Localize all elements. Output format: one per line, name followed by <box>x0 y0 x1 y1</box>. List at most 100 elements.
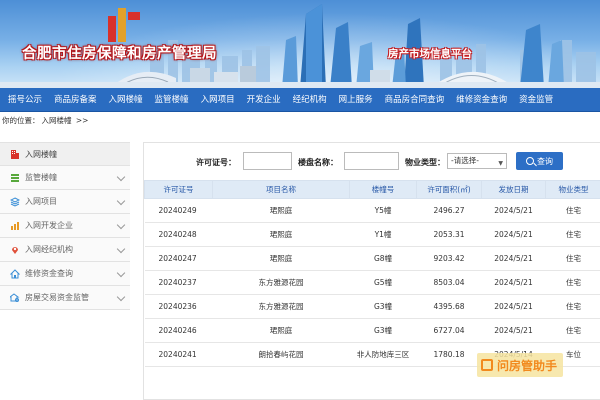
cell-type: 住宅 <box>545 246 600 271</box>
cell-date: 2024/5/21 <box>481 270 546 295</box>
chart-icon <box>10 221 20 231</box>
breadcrumb-separator: >> <box>75 116 89 125</box>
main-nav: 摇号公示 商品房备案 入网楼幢 监管楼幢 入网项目 开发企业 经纪机构 网上服务… <box>0 88 600 112</box>
sidebar-item-supervised[interactable]: 监管楼幢 <box>0 166 130 190</box>
nav-item-online[interactable]: 网上服务 <box>333 88 379 112</box>
sidebar-item-label: 入网楼幢 <box>25 149 57 159</box>
sidebar-item-buildings[interactable]: 入网楼幢 <box>0 142 130 166</box>
cell-area: 4395.68 <box>416 294 482 319</box>
nav-item-projects[interactable]: 入网项目 <box>195 88 241 112</box>
header-banner: 合肥市住房保障和房产管理局 房产市场信息平台 <box>0 0 600 88</box>
col-header-building: 楼幢号 <box>349 180 417 199</box>
cell-type: 住宅 <box>545 294 600 319</box>
cell-project[interactable]: 珺熙庭 <box>212 198 350 223</box>
nav-item-supervised[interactable]: 监管楼幢 <box>149 88 195 112</box>
search-button-label: 查询 <box>537 156 553 166</box>
cell-area: 1780.18 <box>416 342 482 367</box>
nav-item-filing[interactable]: 商品房备案 <box>48 88 103 112</box>
cell-permit: 20240248 <box>144 222 213 247</box>
logo <box>108 8 142 42</box>
col-header-date: 发放日期 <box>481 180 546 199</box>
cell-building[interactable]: G3幢 <box>349 294 417 319</box>
col-header-project: 项目名称 <box>212 180 350 199</box>
col-header-type: 物业类型 <box>545 180 600 199</box>
nav-item-contract[interactable]: 商品房合同查询 <box>379 88 451 112</box>
nav-item-buildings[interactable]: 入网楼幢 <box>103 88 149 112</box>
stack-icon <box>10 173 20 183</box>
sidebar: 入网楼幢 监管楼幢 入网项目 入网开发企业 入网经纪机构 维修资金查询 房屋交易… <box>0 142 130 310</box>
cell-area: 2496.27 <box>416 198 482 223</box>
col-header-area: 许可面积(㎡) <box>416 180 482 199</box>
cell-area: 8503.04 <box>416 270 482 295</box>
cell-date: 2024/5/21 <box>481 294 546 319</box>
nav-item-developers[interactable]: 开发企业 <box>241 88 287 112</box>
table-row[interactable]: 20240236 东方雅源花园 G3幢 4395.68 2024/5/21 住宅 <box>144 294 600 319</box>
sidebar-item-projects[interactable]: 入网项目 <box>0 190 130 214</box>
name-input[interactable] <box>344 152 399 170</box>
sidebar-item-developers[interactable]: 入网开发企业 <box>0 214 130 238</box>
cell-project[interactable]: 东方雅源花园 <box>212 294 350 319</box>
chevron-down-icon <box>116 220 126 230</box>
cell-area: 6727.04 <box>416 318 482 343</box>
cell-type: 住宅 <box>545 270 600 295</box>
search-button[interactable]: 查询 <box>516 152 563 170</box>
watermark-text: 问房管助手 <box>497 358 558 373</box>
cell-project[interactable]: 朗拾春屿花园 <box>212 342 350 367</box>
cell-date: 2024/5/21 <box>481 246 546 271</box>
results-table: 许可证号 项目名称 楼幢号 许可面积(㎡) 发放日期 物业类型 20240249… <box>144 180 600 367</box>
cell-building[interactable]: 非人防地库三区 <box>349 342 417 367</box>
cell-permit: 20240249 <box>144 198 213 223</box>
nav-item-agencies[interactable]: 经纪机构 <box>287 88 333 112</box>
sidebar-item-label: 入网项目 <box>25 197 57 206</box>
nav-item-lottery[interactable]: 摇号公示 <box>2 88 48 112</box>
cell-building[interactable]: Y5幢 <box>349 198 417 223</box>
cell-project[interactable]: 珺熙庭 <box>212 246 350 271</box>
table-row[interactable]: 20240249 珺熙庭 Y5幢 2496.27 2024/5/21 住宅 <box>144 198 600 223</box>
cell-date: 2024/5/21 <box>481 198 546 223</box>
table-row[interactable]: 20240237 东方雅源花园 G5幢 8503.04 2024/5/21 住宅 <box>144 270 600 295</box>
cell-area: 2053.31 <box>416 222 482 247</box>
house-search-icon <box>8 292 20 303</box>
type-select[interactable]: -请选择- ▼ <box>447 153 507 169</box>
type-label: 物业类型： <box>405 158 445 167</box>
type-select-value: -请选择- <box>451 156 479 165</box>
cell-permit: 20240247 <box>144 246 213 271</box>
table-row[interactable]: 20240248 珺熙庭 Y1幢 2053.31 2024/5/21 住宅 <box>144 222 600 247</box>
watermark-badge: 问房管助手 <box>477 353 563 377</box>
breadcrumb-prefix: 你的位置： <box>2 116 40 125</box>
table-row[interactable]: 20240247 珺熙庭 G8幢 9203.42 2024/5/21 住宅 <box>144 246 600 271</box>
sidebar-item-label: 房屋交易资金监管 <box>25 293 89 302</box>
sidebar-item-maintenance[interactable]: 维修资金查询 <box>0 262 130 286</box>
sidebar-item-escrow[interactable]: 房屋交易资金监管 <box>0 286 130 310</box>
cell-building[interactable]: G5幢 <box>349 270 417 295</box>
cell-permit: 20240237 <box>144 270 213 295</box>
nav-item-maintenance[interactable]: 维修资金查询 <box>450 88 513 112</box>
question-icon <box>481 359 493 371</box>
nav-item-funds[interactable]: 资金监管 <box>513 88 559 112</box>
chevron-down-icon <box>116 292 126 302</box>
chevron-down-icon: ▼ <box>498 160 503 167</box>
search-icon <box>526 157 534 165</box>
filter-bar: 许可证号： 楼盘名称： 物业类型： -请选择- ▼ 查询 <box>144 143 600 180</box>
table-row[interactable]: 20240246 珺熙庭 G3幢 6727.04 2024/5/21 住宅 <box>144 318 600 343</box>
sidebar-item-agencies[interactable]: 入网经纪机构 <box>0 238 130 262</box>
sidebar-item-label: 入网经纪机构 <box>25 245 73 254</box>
cell-project[interactable]: 珺熙庭 <box>212 222 350 247</box>
cell-project[interactable]: 珺熙庭 <box>212 318 350 343</box>
cell-project[interactable]: 东方雅源花园 <box>212 270 350 295</box>
house-icon <box>9 268 21 279</box>
cell-type: 住宅 <box>545 222 600 247</box>
cell-building[interactable]: Y1幢 <box>349 222 417 247</box>
chevron-down-icon <box>116 268 126 278</box>
cell-building[interactable]: G8幢 <box>349 246 417 271</box>
cell-building[interactable]: G3幢 <box>349 318 417 343</box>
sidebar-item-label: 监管楼幢 <box>25 173 57 182</box>
site-title: 合肥市住房保障和房产管理局 <box>22 46 217 62</box>
site-subtitle: 房产市场信息平台 <box>388 48 472 60</box>
permit-input[interactable] <box>243 152 292 170</box>
table-header-row: 许可证号 项目名称 楼幢号 许可面积(㎡) 发放日期 物业类型 <box>144 180 600 199</box>
breadcrumb-current[interactable]: 入网楼幢 <box>42 116 72 125</box>
cell-permit: 20240246 <box>144 318 213 343</box>
breadcrumb: 你的位置： 入网楼幢 >> <box>2 114 90 128</box>
permit-label: 许可证号： <box>196 158 236 167</box>
